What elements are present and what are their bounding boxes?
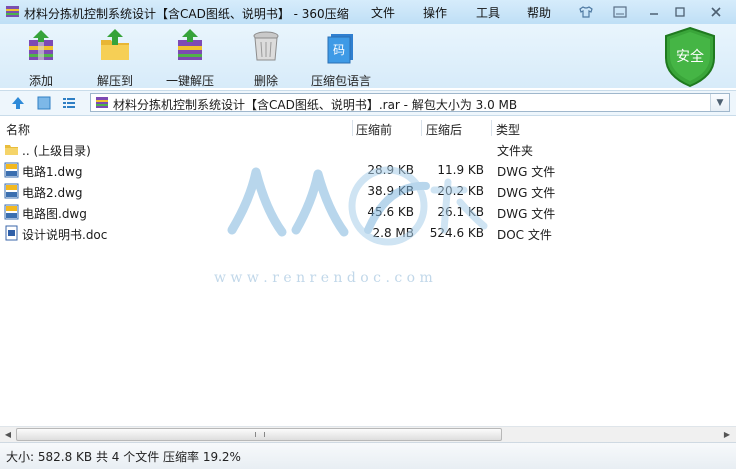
maximize-button[interactable] xyxy=(670,3,690,20)
dwg-file-icon xyxy=(4,204,19,220)
title-bar: 材料分拣机控制系统设计【含CAD图纸、说明书】 - 360压缩 文件 操作 工具… xyxy=(0,0,736,24)
file-packed-size: 45.6 KB xyxy=(367,205,414,219)
add-label: 添加 xyxy=(28,74,53,88)
close-icon xyxy=(711,6,721,17)
column-compressed[interactable]: 压缩后 xyxy=(426,121,462,138)
language-badge-text: 码 xyxy=(333,43,345,57)
menu-tools[interactable]: 工具 xyxy=(476,4,500,21)
watermark-url: w w w . r e n r e n d o c . c o m xyxy=(214,270,433,286)
column-type[interactable]: 类型 xyxy=(496,121,520,138)
chevron-right-icon: ▶ xyxy=(723,430,731,439)
file-packed-size: 2.8 MB xyxy=(372,226,414,240)
column-divider[interactable] xyxy=(491,120,492,136)
app-icon xyxy=(6,6,19,17)
menu-file[interactable]: 文件 xyxy=(371,4,395,21)
file-type: DWG 文件 xyxy=(497,207,556,221)
one-click-extract-button[interactable]: 一键解压 xyxy=(166,28,214,89)
status-text: 大小: 582.8 KB 共 4 个文件 压缩率 19.2% xyxy=(6,450,241,464)
trash-icon xyxy=(253,31,279,61)
list-item[interactable]: 电路2.dwg 38.9 KB 20.2 KB DWG 文件 xyxy=(0,181,736,202)
column-packed[interactable]: 压缩前 xyxy=(356,121,392,138)
maximize-icon xyxy=(675,6,685,17)
toolbar: 添加 解压到 一键解压 删除 码 压缩包语言 xyxy=(0,24,736,88)
file-compressed-size: 524.6 KB xyxy=(429,226,484,240)
file-packed-size: 38.9 KB xyxy=(367,184,414,198)
list-item[interactable]: 设计说明书.doc 2.8 MB 524.6 KB DOC 文件 xyxy=(0,223,736,244)
file-type: 文件夹 xyxy=(497,144,534,158)
one-click-extract-label: 一键解压 xyxy=(166,74,215,88)
horizontal-scrollbar[interactable]: ◀ ▶ xyxy=(0,426,736,442)
extract-to-button[interactable]: 解压到 xyxy=(97,28,133,89)
file-name: 电路图.dwg xyxy=(22,207,87,221)
file-compressed-size: 20.2 KB xyxy=(437,184,484,198)
file-type: DWG 文件 xyxy=(497,165,556,179)
grip-icon xyxy=(255,432,265,437)
path-dropdown-button[interactable]: ▼ xyxy=(710,94,729,111)
list-item[interactable]: 电路图.dwg 45.6 KB 26.1 KB DWG 文件 xyxy=(0,202,736,223)
archive-language-icon: 码 xyxy=(327,34,353,64)
chevron-left-icon: ◀ xyxy=(4,430,12,439)
scrollbar-thumb[interactable] xyxy=(16,428,502,441)
file-compressed-size: 26.1 KB xyxy=(437,205,484,219)
one-click-extract-icon xyxy=(178,29,202,60)
menu-help[interactable]: 帮助 xyxy=(527,4,551,21)
status-bar: 大小: 582.8 KB 共 4 个文件 压缩率 19.2% xyxy=(0,442,736,469)
add-archive-icon xyxy=(29,30,53,60)
file-type: DWG 文件 xyxy=(497,186,556,200)
menu-box-icon xyxy=(613,5,627,18)
column-divider[interactable] xyxy=(421,120,422,136)
path-field[interactable]: 材料分拣机控制系统设计【含CAD图纸、说明书】.rar - 解包大小为 3.0 … xyxy=(90,93,730,112)
column-header: 名称 压缩前 压缩后 类型 xyxy=(0,118,736,138)
list-item[interactable]: 电路1.dwg 28.9 KB 11.9 KB DWG 文件 xyxy=(0,160,736,181)
menu-operation[interactable]: 操作 xyxy=(423,4,447,21)
folder-icon xyxy=(5,145,18,155)
delete-label: 删除 xyxy=(253,74,278,88)
address-bar: 材料分拣机控制系统设计【含CAD图纸、说明书】.rar - 解包大小为 3.0 … xyxy=(0,90,736,116)
file-name: 电路1.dwg xyxy=(22,165,83,179)
scroll-left-button[interactable]: ◀ xyxy=(1,428,15,441)
list-item[interactable]: .. (上级目录) 文件夹 xyxy=(0,139,736,160)
file-name: 设计说明书.doc xyxy=(22,228,108,242)
safe-badge-text: 安全 xyxy=(676,48,704,65)
dwg-file-icon xyxy=(4,183,19,199)
delete-button[interactable]: 删除 xyxy=(248,28,284,89)
extract-to-icon xyxy=(101,29,129,60)
file-name: 电路2.dwg xyxy=(22,186,83,200)
file-type: DOC 文件 xyxy=(497,228,552,242)
shirt-icon xyxy=(579,5,593,18)
minimize-icon xyxy=(650,12,658,15)
add-button[interactable]: 添加 xyxy=(23,28,59,89)
skin-button[interactable] xyxy=(576,3,596,20)
menu-button[interactable] xyxy=(610,3,630,20)
file-packed-size: 28.9 KB xyxy=(367,163,414,177)
column-divider[interactable] xyxy=(352,120,353,136)
doc-file-icon xyxy=(5,225,18,241)
list-view-icon[interactable] xyxy=(61,95,77,111)
up-arrow-icon[interactable] xyxy=(10,95,26,111)
large-icon-view-icon[interactable] xyxy=(36,95,52,111)
file-compressed-size: 11.9 KB xyxy=(437,163,484,177)
archive-icon xyxy=(96,97,108,108)
extract-to-label: 解压到 xyxy=(97,74,134,88)
dwg-file-icon xyxy=(4,162,19,178)
scroll-right-button[interactable]: ▶ xyxy=(720,428,734,441)
window-title: 材料分拣机控制系统设计【含CAD图纸、说明书】 - 360压缩 xyxy=(24,7,349,21)
archive-language-label: 压缩包语言 xyxy=(311,74,372,88)
close-button[interactable] xyxy=(703,3,729,20)
path-text: 材料分拣机控制系统设计【含CAD图纸、说明书】.rar - 解包大小为 3.0 … xyxy=(113,98,518,112)
chevron-down-icon: ▼ xyxy=(716,97,724,108)
archive-language-button[interactable]: 码 压缩包语言 xyxy=(311,28,371,89)
safe-shield-icon[interactable]: 安全 xyxy=(662,26,718,88)
minimize-button[interactable] xyxy=(644,3,664,20)
file-name: .. (上级目录) xyxy=(22,144,91,158)
column-name[interactable]: 名称 xyxy=(6,121,30,138)
